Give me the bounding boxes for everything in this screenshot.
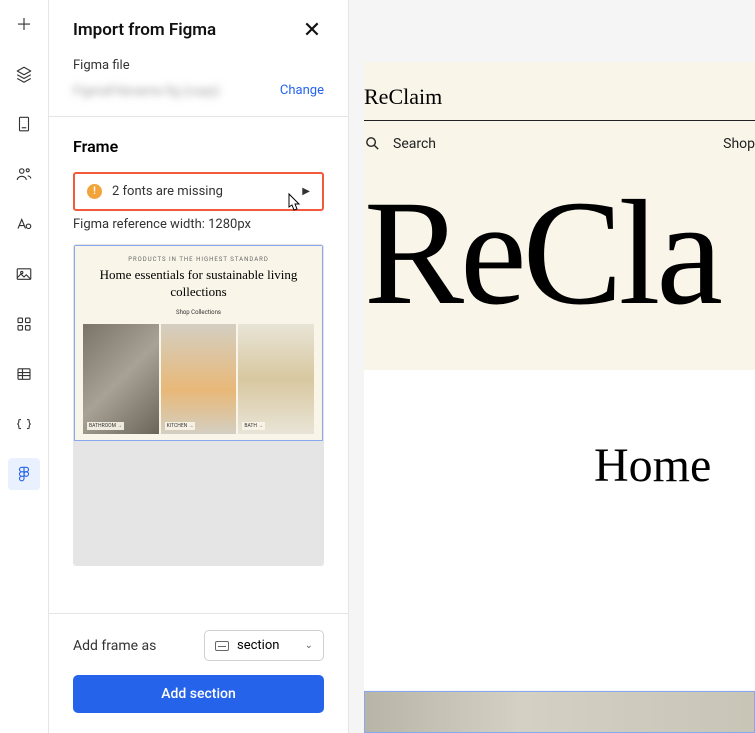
preview-canvas[interactable]: ReClaim Search Shop ReCla Home [349, 0, 755, 733]
preview-hero-section: Home [364, 370, 755, 690]
figma-icon[interactable] [8, 458, 40, 490]
preview-site-header: ReClaim Search Shop ReCla [364, 62, 755, 370]
reference-width-text: Figma reference width: 1280px [73, 217, 324, 232]
code-icon[interactable] [8, 408, 40, 440]
preview-hero-brand: ReCla [364, 186, 755, 321]
search-icon [364, 135, 381, 152]
thumb-image: BATHROOM → [83, 324, 159, 434]
change-file-link[interactable]: Change [280, 83, 324, 98]
import-panel: Import from Figma ✕ Figma file FigmaFile… [49, 0, 349, 733]
section-icon [215, 641, 229, 651]
thumb-cta: Shop Collections [83, 309, 314, 316]
image-icon[interactable] [8, 258, 40, 290]
frame-heading: Frame [73, 137, 324, 156]
left-tool-rail [0, 0, 49, 733]
preview-brand: ReClaim [364, 84, 755, 110]
layers-icon[interactable] [8, 58, 40, 90]
warning-text: 2 fonts are missing [112, 184, 292, 199]
typography-icon[interactable] [8, 208, 40, 240]
preview-search-label[interactable]: Search [393, 136, 436, 152]
chevron-down-icon: ⌄ [305, 640, 313, 651]
frame-mode-select[interactable]: section ⌄ [204, 630, 324, 661]
users-icon[interactable] [8, 158, 40, 190]
add-section-button[interactable]: Add section [73, 675, 324, 713]
warning-icon: ! [87, 184, 102, 199]
add-icon[interactable] [8, 8, 40, 40]
thumb-eyebrow: PRODUCTS IN THE HIGHEST STANDARD [83, 256, 314, 263]
figma-file-label: Figma file [73, 58, 324, 73]
table-icon[interactable] [8, 358, 40, 390]
preview-hero-image [364, 691, 755, 733]
close-button[interactable]: ✕ [300, 18, 324, 42]
panel-title: Import from Figma [73, 20, 216, 40]
apps-icon[interactable] [8, 308, 40, 340]
frame-thumbnail[interactable]: PRODUCTS IN THE HIGHEST STANDARD Home es… [73, 244, 324, 566]
preview-hero-heading: Home [594, 438, 755, 493]
chevron-right-icon: ▶ [302, 186, 310, 197]
figma-file-name: FigmaFilename.fig (copy) [73, 84, 233, 98]
add-frame-as-label: Add frame as [73, 638, 156, 654]
thumb-image: KITCHEN → [161, 324, 237, 434]
select-value: section [237, 638, 279, 653]
thumb-headline: Home essentials for sustainable living c… [83, 267, 314, 301]
page-icon[interactable] [8, 108, 40, 140]
thumb-image: BATH → [238, 324, 314, 434]
fonts-missing-warning[interactable]: ! 2 fonts are missing ▶ [73, 172, 324, 211]
preview-nav-shop[interactable]: Shop [723, 136, 755, 152]
thumb-empty-area [74, 441, 323, 565]
